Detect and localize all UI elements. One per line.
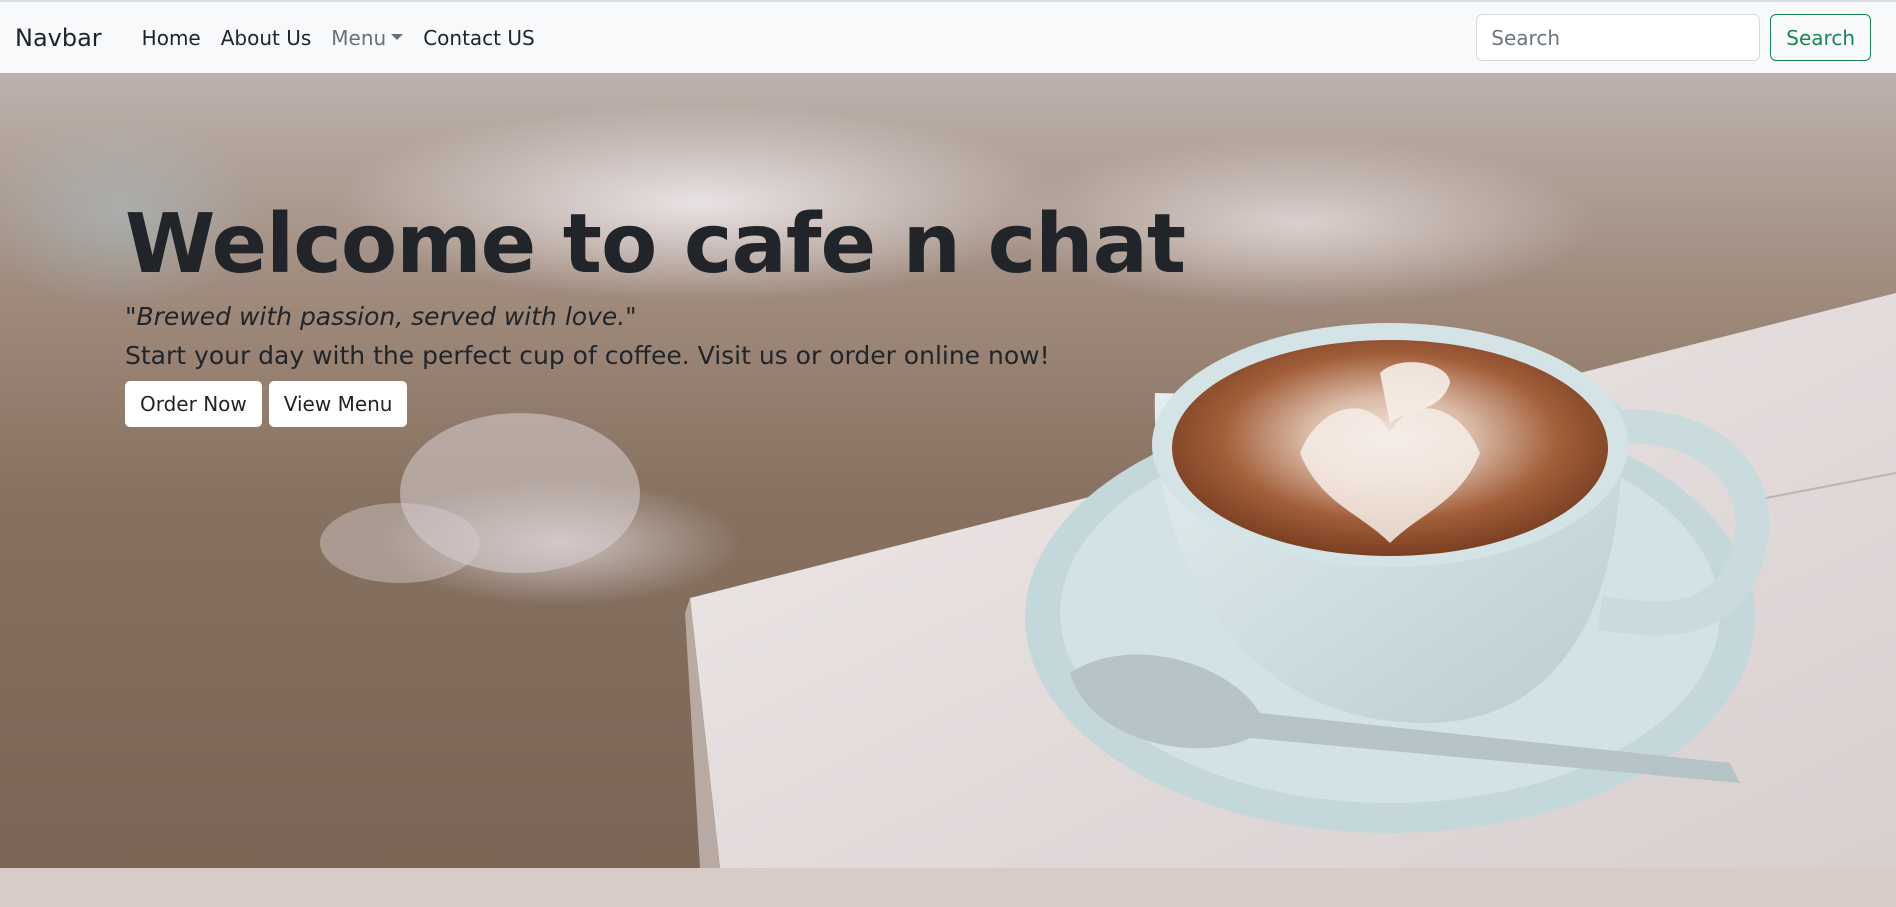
hero-subtitle: Start your day with the perfect cup of c… — [125, 341, 1050, 371]
hero-content: Welcome to cafe n chat "Brewed with pass… — [125, 197, 1186, 428]
search-form: Search — [1476, 14, 1881, 61]
hero-tagline: "Brewed with passion, served with love." — [125, 302, 637, 332]
caret-down-icon — [391, 34, 404, 40]
search-input[interactable] — [1476, 14, 1761, 61]
nav-link-home[interactable]: Home — [132, 26, 211, 50]
nav-links: Home About Us Menu Contact US — [132, 26, 545, 50]
nav-link-menu-dropdown[interactable]: Menu — [321, 26, 413, 50]
hero-title: Welcome to cafe n chat — [125, 197, 1186, 292]
view-menu-button[interactable]: View Menu — [268, 381, 408, 428]
search-button[interactable]: Search — [1770, 14, 1871, 61]
nav-link-contact[interactable]: Contact US — [413, 26, 545, 50]
hero-buttons: Order Now View Menu — [125, 381, 1185, 428]
footer-band — [0, 868, 1896, 907]
navbar-brand[interactable]: Navbar — [15, 24, 102, 52]
order-now-button[interactable]: Order Now — [125, 381, 262, 428]
hero-section: Welcome to cafe n chat "Brewed with pass… — [0, 73, 1896, 868]
coffee-cup-image — [320, 293, 1896, 868]
nav-link-about[interactable]: About Us — [211, 26, 322, 50]
navbar: Navbar Home About Us Menu Contact US Sea… — [0, 0, 1896, 73]
nav-link-menu-label: Menu — [331, 25, 387, 50]
